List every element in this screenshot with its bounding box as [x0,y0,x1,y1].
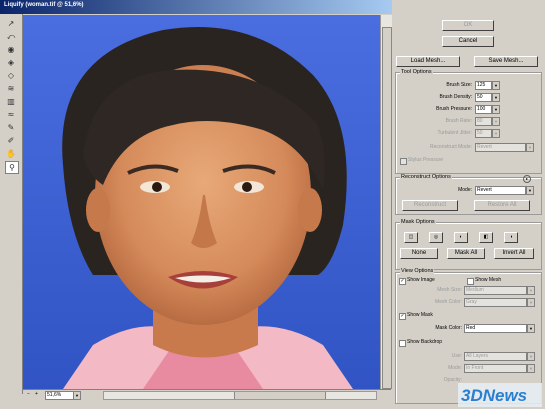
backdrop-mode-label: Mode: [448,365,462,371]
show-backdrop-checkbox[interactable] [399,340,406,347]
brush-density-arrow-icon[interactable]: ▼ [492,93,500,102]
mask-color-select[interactable]: Red [464,324,527,333]
liquify-dialog: Liquify (woman.tif @ 51,6%) ↗ ⤺ ◉ ◈ ◇ ≋ … [0,0,545,409]
liquify-toolbox: ↗ ⤺ ◉ ◈ ◇ ≋ ▥ ≈ ✎ ✐ ✋ ⚲ [0,14,23,394]
backdrop-mode-arrow-icon[interactable]: ▼ [527,364,535,373]
subtract-from-selection-icon[interactable]: ◐ [454,232,468,243]
brush-rate-field[interactable]: 80 [475,117,492,126]
show-mask-label: Show Mask [407,312,433,318]
reconstruct-options-expand-icon[interactable]: ▸ [523,175,531,183]
turbulent-jitter-arrow-icon[interactable]: ▼ [492,129,500,138]
zoom-level-field[interactable]: 51,6% [45,391,74,400]
stylus-pressure-checkbox[interactable] [400,158,407,165]
mesh-color-arrow-icon[interactable]: ▼ [527,298,535,307]
backdrop-opacity-label: Opacity: [443,377,462,383]
add-to-selection-icon[interactable]: ◎ [429,232,443,243]
intersect-selection-icon[interactable]: ◧ [479,232,493,243]
zoom-icon[interactable]: ⚲ [5,161,19,174]
backdrop-use-arrow-icon[interactable]: ▼ [527,352,535,361]
backdrop-use-label: Use: [451,353,462,359]
tool-options-title: Tool Options [400,69,433,75]
horizontal-scroll-thumb[interactable] [234,392,326,399]
show-mesh-label: Show Mesh [475,277,502,283]
mask-color-arrow-icon[interactable]: ▼ [527,324,535,333]
reconstruct-mode-label: Reconstruct Mode: [430,144,472,150]
title-bar-right [392,0,545,14]
backdrop-use-select[interactable]: All Layers [464,352,527,361]
3dnews-logo-text: 3DNews [461,386,527,405]
brush-pressure-arrow-icon[interactable]: ▼ [492,105,500,114]
reconstruct-mode-option-arrow-icon[interactable]: ▼ [526,186,534,195]
mesh-color-label: Mesh Color: [435,299,462,305]
brush-density-label: Brush Density: [439,94,472,100]
brush-rate-label: Brush Rate: [445,118,472,124]
mesh-color-select[interactable]: Gray [464,298,527,307]
invert-selection-icon[interactable]: ◑ [504,232,518,243]
load-mesh-button[interactable]: Load Mesh... [396,56,460,67]
mask-options-group [395,222,542,270]
title-bar: Liquify (woman.tif @ 51,6%) [0,0,392,14]
thaw-mask-icon[interactable]: ✐ [5,135,17,146]
mask-options-title: Mask Options [400,219,436,225]
turbulence-icon[interactable]: ≈ [5,109,17,120]
mask-color-label: Mask Color: [435,325,462,331]
zoom-out-icon[interactable]: − [27,391,34,398]
mirror-icon[interactable]: ▥ [5,96,17,107]
zoom-in-icon[interactable]: + [35,391,42,398]
invert-all-button[interactable]: Invert All [494,248,534,259]
replace-selection-icon[interactable]: ◫ [404,232,418,243]
reconstruct-button[interactable]: Reconstruct [402,200,458,211]
mask-all-button[interactable]: Mask All [447,248,485,259]
show-image-checkbox[interactable]: ✓ [399,278,406,285]
hand-icon[interactable]: ✋ [5,148,17,159]
vertical-scrollbar[interactable] [380,15,392,389]
reconstruct-mode-arrow-icon[interactable]: ▼ [526,143,534,152]
twirl-cw-icon[interactable]: ◉ [5,44,17,55]
zoom-dropdown-arrow-icon[interactable]: ▼ [73,391,81,400]
brush-density-field[interactable]: 50 [475,93,492,102]
show-mesh-checkbox[interactable] [467,278,474,285]
mesh-size-select[interactable]: Medium [464,286,527,295]
ok-button[interactable]: OK [442,20,494,31]
brush-size-label: Brush Size: [446,82,472,88]
brush-size-arrow-icon[interactable]: ▼ [492,81,500,90]
stylus-pressure-label: Stylus Pressure [408,157,444,163]
mesh-size-label: Mesh Size: [437,287,462,293]
backdrop-mode-select[interactable]: In Front [464,364,527,373]
3dnews-logo: 3DNews [458,383,542,407]
brush-size-field[interactable]: 125 [475,81,492,90]
status-bar: − + 51,6% ▼ [23,389,391,400]
save-mesh-button[interactable]: Save Mesh... [474,56,538,67]
reconstruct-mode-option-label: Mode: [458,187,472,193]
bloat-icon[interactable]: ◇ [5,70,17,81]
cancel-button[interactable]: Cancel [442,36,494,47]
brush-pressure-field[interactable]: 100 [475,105,492,114]
window-title: Liquify (woman.tif @ 51,6%) [4,2,84,8]
reconstruct-mode-option-select[interactable]: Revert [475,186,526,195]
options-panel: OK Cancel Load Mesh... Save Mesh... Tool… [392,14,545,409]
brush-rate-arrow-icon[interactable]: ▼ [492,117,500,126]
view-options-title: View Options [400,268,435,274]
brush-pressure-label: Brush Pressure: [436,106,472,112]
turbulent-jitter-field[interactable]: 50 [475,129,492,138]
turbulent-jitter-label: Turbulent Jitter: [437,130,472,136]
show-backdrop-label: Show Backdrop [407,339,443,345]
horizontal-scrollbar[interactable] [103,391,377,400]
reconstruct-icon[interactable]: ⤺ [5,31,17,42]
image-canvas[interactable] [23,15,380,389]
show-mask-checkbox[interactable]: ✓ [399,313,406,320]
reconstruct-mode-select[interactable]: Revert [475,143,526,152]
vertical-scroll-thumb[interactable] [382,27,392,389]
portrait-photo [23,15,380,389]
mesh-size-arrow-icon[interactable]: ▼ [527,286,535,295]
pucker-icon[interactable]: ◈ [5,57,17,68]
forward-warp-icon[interactable]: ↗ [5,18,17,29]
push-left-icon[interactable]: ≋ [5,83,17,94]
restore-all-button[interactable]: Restore All [474,200,530,211]
mask-none-button[interactable]: None [400,248,438,259]
show-image-label: Show Image [407,277,435,283]
reconstruct-options-title: Reconstruct Options [400,174,452,180]
freeze-mask-icon[interactable]: ✎ [5,122,17,133]
3dnews-logo-graphic: 3DNews [458,383,542,407]
